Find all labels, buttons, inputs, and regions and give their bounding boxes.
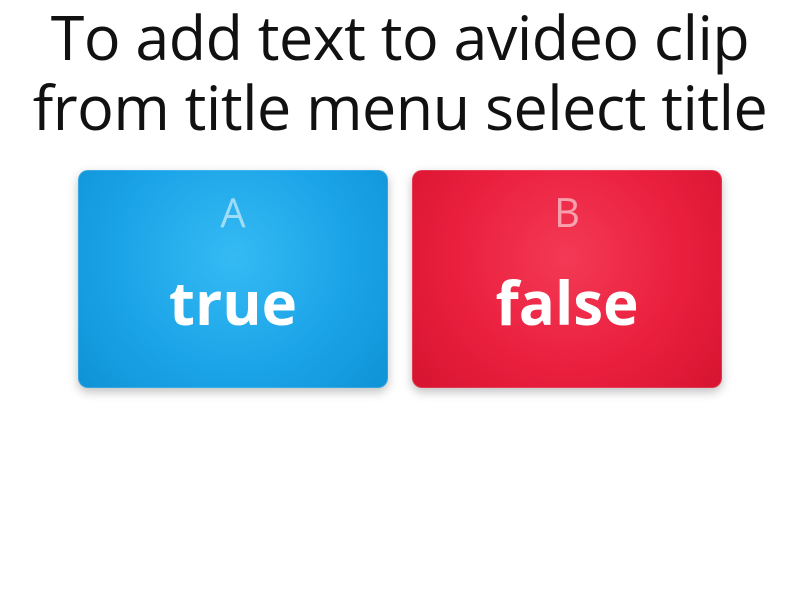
question-text: To add text to avideo clip from title me… xyxy=(0,2,800,142)
answers-row: A true B false xyxy=(78,170,722,388)
answer-label: false xyxy=(495,261,638,343)
answer-card-a[interactable]: A true xyxy=(78,170,388,388)
answer-card-b[interactable]: B false xyxy=(412,170,722,388)
answer-label: true xyxy=(169,261,297,343)
answer-letter: A xyxy=(220,184,245,239)
answer-letter: B xyxy=(554,184,580,239)
